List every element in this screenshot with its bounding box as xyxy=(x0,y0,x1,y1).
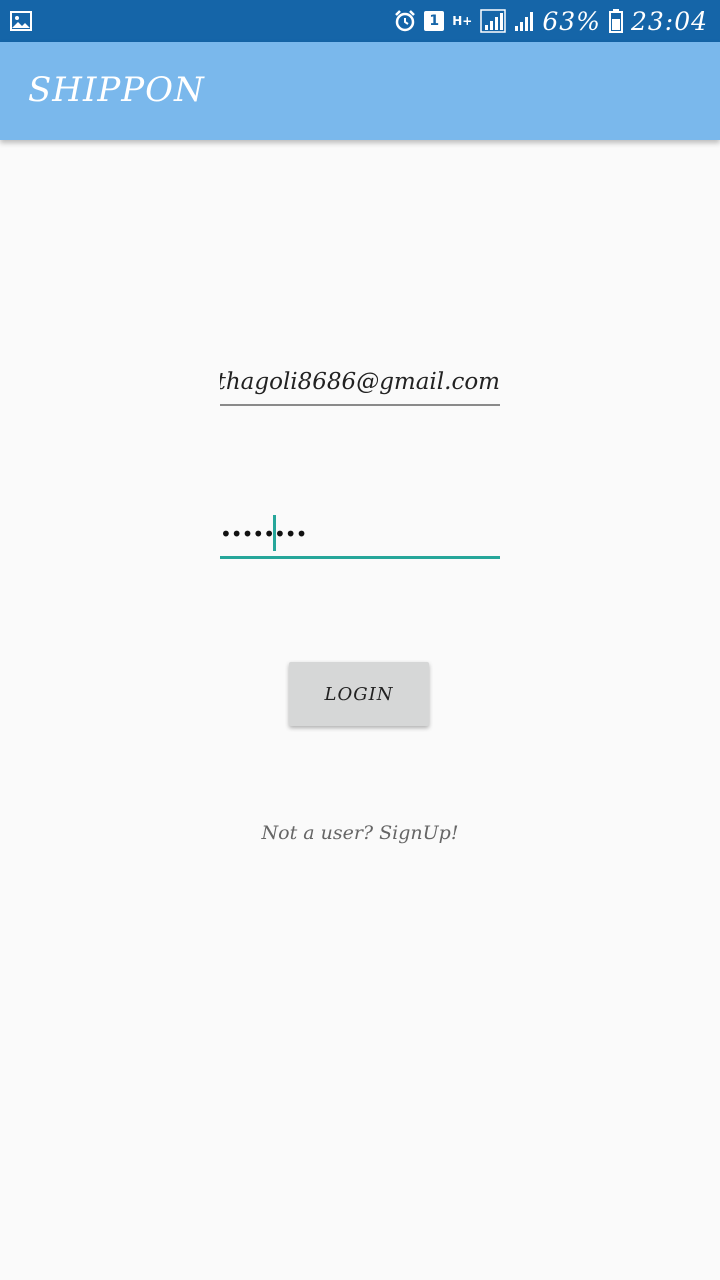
battery-percent: 63% xyxy=(542,6,601,36)
status-left-icons xyxy=(10,11,32,35)
app-title: SHIPPON xyxy=(28,70,205,110)
password-input[interactable]: •••••••• xyxy=(220,522,307,546)
battery-icon xyxy=(608,9,623,33)
alarm-icon xyxy=(395,10,416,32)
password-field[interactable]: •••••••• xyxy=(220,512,500,559)
app-bar: SHIPPON xyxy=(0,42,720,140)
email-field[interactable] xyxy=(220,362,500,406)
signal-icon xyxy=(480,9,507,33)
status-right-icons: 1 H+ 63% 23:04 xyxy=(394,0,708,42)
hplus-data-icon: H+ xyxy=(452,14,473,28)
login-button[interactable]: LOGIN xyxy=(289,662,429,726)
notification-count-icon: 1 xyxy=(424,11,445,31)
signup-link[interactable]: Not a user? SignUp! xyxy=(0,822,720,844)
email-input[interactable] xyxy=(220,362,500,402)
clock-time: 23:04 xyxy=(630,6,708,36)
status-bar: 1 H+ 63% 23:04 xyxy=(0,0,720,42)
text-cursor xyxy=(273,515,276,551)
signal-icon-2 xyxy=(515,12,534,31)
image-icon xyxy=(10,11,32,31)
